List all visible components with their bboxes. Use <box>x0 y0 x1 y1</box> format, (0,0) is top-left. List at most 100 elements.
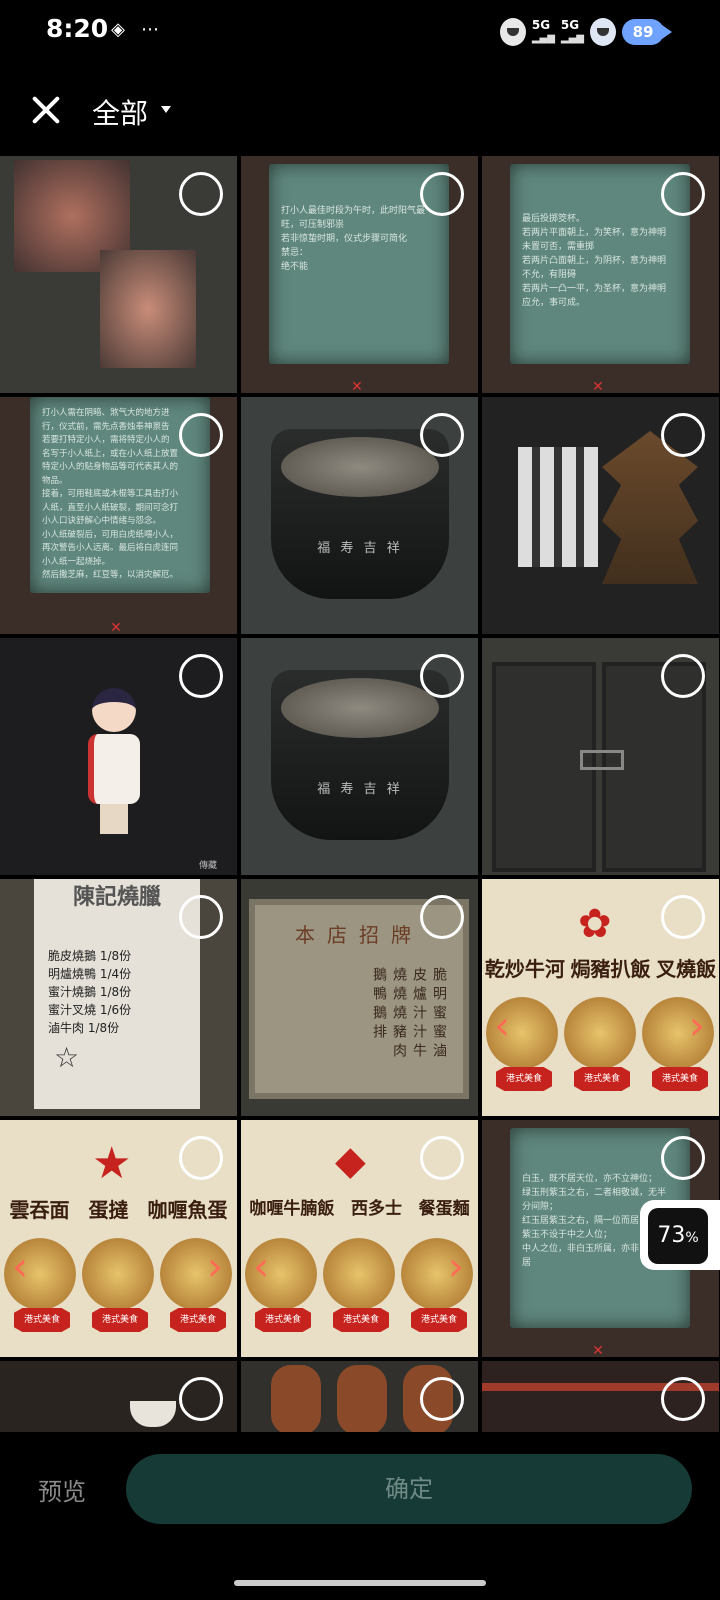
caret-down-icon[interactable] <box>161 106 171 113</box>
photo-tile[interactable]: ◆ 咖喱牛腩飯 西多士 餐蛋麵 ‹ › 港式美食 港式美食 港式美食 <box>241 1120 478 1357</box>
menu-dish-label: 乾炒牛河 <box>484 957 565 981</box>
select-circle[interactable] <box>420 413 464 457</box>
cloud-icon <box>590 18 616 46</box>
pagoda-model <box>602 431 698 584</box>
lotus-logo-icon: ✿ <box>578 901 612 947</box>
clock: 8:20 <box>46 14 109 43</box>
select-circle[interactable] <box>179 1377 223 1421</box>
menu-board-items: 脆皮燒鵝 明爐燒鴨 蜜汁燒鵝 蜜汁豬排 滷牛肉 <box>269 967 449 1057</box>
picker-header: 全部 <box>0 64 720 152</box>
select-circle[interactable] <box>420 1377 464 1421</box>
close-mark-icon: ✕ <box>592 1343 604 1357</box>
select-circle[interactable] <box>661 172 705 216</box>
chevron-right-icon: › <box>207 1244 223 1290</box>
photo-grid[interactable]: 打小人最佳时段为午时，此时阳气最 旺，可压制邪祟 若非惊蛰时期，仪式步骤可简化 … <box>0 152 720 1432</box>
select-circle[interactable] <box>661 413 705 457</box>
photo-tile[interactable]: ★ 雲吞面 蛋撻 咖喱魚蛋 ‹ › 港式美食 港式美食 港式美食 <box>0 1120 237 1357</box>
menu-badge: 港式美食 <box>255 1308 311 1332</box>
photo-tile[interactable] <box>0 156 237 393</box>
select-circle[interactable] <box>420 895 464 939</box>
menu-badge: 港式美食 <box>170 1308 226 1332</box>
portrait-photo <box>100 250 196 368</box>
percent-badge: 73% <box>648 1208 708 1264</box>
preview-button[interactable]: 预览 <box>38 1472 86 1507</box>
more-dots-icon: ⋯ <box>141 19 159 40</box>
select-circle[interactable] <box>661 1377 705 1421</box>
chibi-character <box>82 678 146 838</box>
menu-badge: 港式美食 <box>333 1308 389 1332</box>
menu-badge: 港式美食 <box>652 1067 708 1091</box>
watermark: 傳藏 <box>198 861 217 871</box>
door-latch-icon <box>580 750 624 770</box>
photo-tile[interactable]: 本店招牌 脆皮燒鵝 明爐燒鴨 蜜汁燒鵝 蜜汁豬排 滷牛肉 <box>241 879 478 1116</box>
menu-badge: 港式美食 <box>574 1067 630 1091</box>
select-circle[interactable] <box>420 654 464 698</box>
receipt-items: 脆皮燒鵝 1/8份 明爐燒鴨 1/4份 蜜汁燒鵝 1/8份 蜜汁叉燒 1/6份 … <box>48 949 132 1035</box>
photo-tile[interactable]: 傳藏 <box>0 638 237 875</box>
menu-badge: 港式美食 <box>496 1067 552 1091</box>
menu-dish-label: 西多士 <box>350 1199 402 1219</box>
photo-tile[interactable]: 最后投掷筊杯。 若两片平面朝上，为笑杯，意为神明 未置可否，需重掷 若两片凸面朝… <box>482 156 719 393</box>
photo-tile[interactable] <box>482 1361 719 1432</box>
incense-pot: 福 寿 吉 祥 <box>271 429 449 599</box>
photo-tile[interactable]: 打小人最佳时段为午时，此时阳气最 旺，可压制邪祟 若非惊蛰时期，仪式步骤可简化 … <box>241 156 478 393</box>
photo-tile[interactable] <box>241 1361 478 1432</box>
photo-tile[interactable]: 打小人需在阴暗、煞气大的地方进 行，仪式前，需先点香烛奉神禀告 若要打特定小人，… <box>0 397 237 634</box>
menu-board-item: 蜜汁燒鵝 <box>371 1004 447 1019</box>
battery-icon: 89 <box>622 19 672 45</box>
select-circle[interactable] <box>661 1136 705 1180</box>
menu-dish-label: 咖喱牛腩飯 <box>249 1199 335 1219</box>
pig-logo-icon: ◆ <box>335 1138 366 1184</box>
photo-tile[interactable] <box>482 397 719 634</box>
select-circle[interactable] <box>179 1136 223 1180</box>
note-text: 最后投掷筊杯。 若两片平面朝上，为笑杯，意为神明 未置可否，需重掷 若两片凸面朝… <box>522 214 667 308</box>
star-stamp-icon: ☆ <box>54 1041 80 1074</box>
floating-widget[interactable]: 73% <box>640 1200 720 1270</box>
menu-dish-label: 叉燒飯 <box>656 957 717 981</box>
menu-board-item: 蜜汁豬排 <box>371 1023 447 1038</box>
menu-badge: 港式美食 <box>92 1308 148 1332</box>
select-circle[interactable] <box>179 895 223 939</box>
photo-tile[interactable] <box>0 1361 237 1432</box>
bottom-action-bar: 预览 确定 <box>0 1432 720 1552</box>
menu-dish-label: 餐蛋麵 <box>418 1199 470 1219</box>
receipt-title: 陳記燒臘 <box>72 885 161 910</box>
menu-headings: 乾炒牛河 焗豬扒飯 叉燒飯 <box>482 953 719 982</box>
close-mark-icon: ✕ <box>351 379 363 393</box>
select-circle[interactable] <box>179 172 223 216</box>
percent-unit: % <box>685 1230 699 1246</box>
select-circle[interactable] <box>661 654 705 698</box>
dish-plate <box>323 1238 395 1310</box>
menu-badge: 港式美食 <box>411 1308 467 1332</box>
menu-headings: 咖喱牛腩飯 西多士 餐蛋麵 <box>241 1194 478 1219</box>
close-icon[interactable] <box>26 90 66 130</box>
select-circle[interactable] <box>420 172 464 216</box>
signal-icon: 5G ▂▄▆ <box>560 18 584 44</box>
banner-flags <box>518 447 598 567</box>
chevron-left-icon: ‹ <box>253 1244 269 1290</box>
close-mark-icon: ✕ <box>110 620 122 634</box>
photo-tile[interactable] <box>482 638 719 875</box>
status-bar: 8:20 ◈ ⋯ 5G ▂▄▆ 5G ▂▄▆ 89 <box>0 0 720 64</box>
album-selector[interactable]: 全部 <box>92 92 148 132</box>
select-circle[interactable] <box>179 413 223 457</box>
menu-dish-label: 咖喱魚蛋 <box>147 1198 228 1222</box>
incense-pot: 福 寿 吉 祥 <box>271 670 449 840</box>
status-icons: 5G ▂▄▆ 5G ▂▄▆ 89 <box>499 14 672 50</box>
photo-tile[interactable]: ✿ 乾炒牛河 焗豬扒飯 叉燒飯 ‹ › 港式美食 港式美食 港式美食 <box>482 879 719 1116</box>
roast-meat <box>337 1365 387 1432</box>
close-mark-icon: ✕ <box>592 379 604 393</box>
photo-tile[interactable]: 福 寿 吉 祥 <box>241 638 478 875</box>
select-circle[interactable] <box>420 1136 464 1180</box>
select-circle[interactable] <box>661 895 705 939</box>
confirm-button[interactable]: 确定 <box>126 1454 692 1524</box>
menu-board-item: 滷牛肉 <box>391 1042 447 1057</box>
menu-board-item: 脆皮燒鵝 <box>371 967 447 981</box>
home-indicator[interactable] <box>234 1580 486 1586</box>
photo-tile[interactable]: 陳記燒臘 脆皮燒鵝 1/8份 明爐燒鴨 1/4份 蜜汁燒鵝 1/8份 蜜汁叉燒 … <box>0 879 237 1116</box>
select-circle[interactable] <box>179 654 223 698</box>
photo-tile[interactable]: 福 寿 吉 祥 <box>241 397 478 634</box>
pot-inscription: 福 寿 吉 祥 <box>317 782 403 797</box>
chevron-right-icon: › <box>448 1244 464 1290</box>
pot-inscription: 福 寿 吉 祥 <box>317 541 403 556</box>
